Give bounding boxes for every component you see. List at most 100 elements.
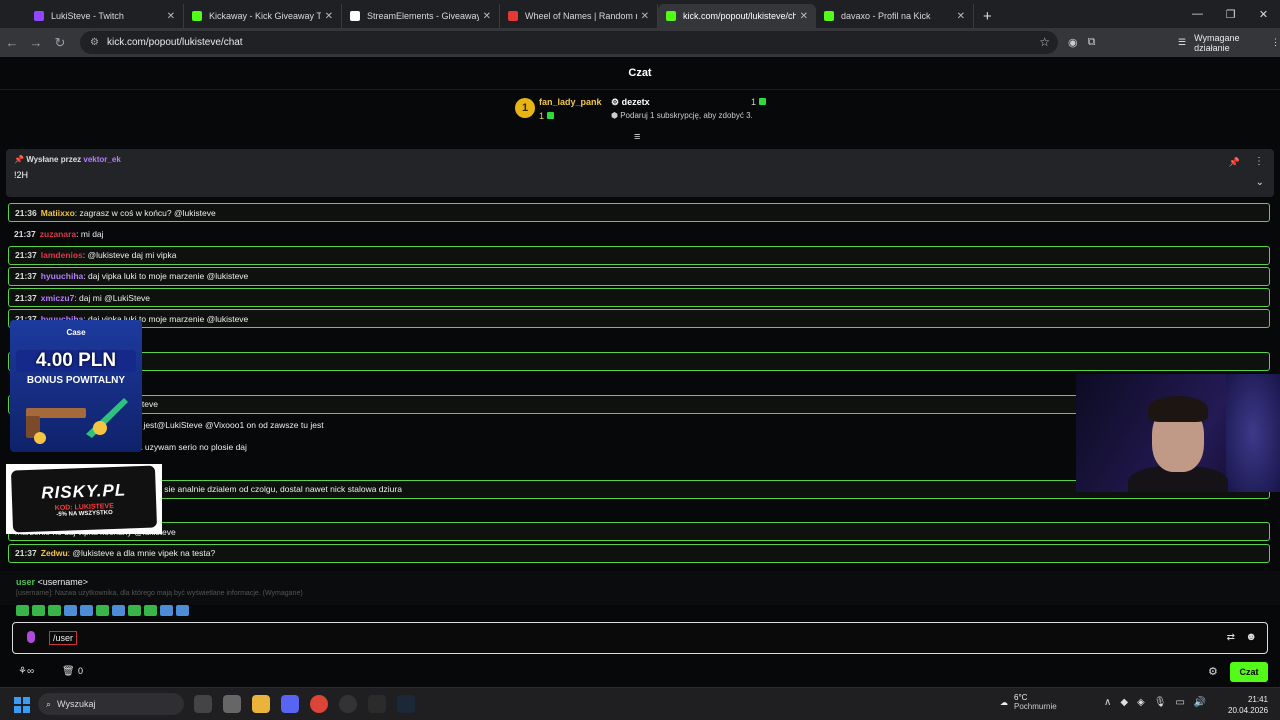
close-tab-icon[interactable]: ✕ bbox=[325, 11, 333, 22]
volume-icon[interactable]: 🔊 bbox=[1194, 697, 1206, 708]
chat-message[interactable]: 21:37 Zedwu: @lukisteve a dla mnie vipek … bbox=[8, 543, 1270, 563]
task-view-icon[interactable] bbox=[194, 695, 212, 713]
chat-message[interactable]: 21:37 xmiczu7: daj mi @LukiSteve bbox=[8, 288, 1270, 308]
message-user[interactable]: Zedwu bbox=[41, 548, 68, 558]
gifter-name[interactable]: ⚙ dezetx bbox=[611, 97, 650, 108]
translate-icon[interactable]: ⇄ bbox=[1227, 632, 1235, 643]
back-icon[interactable]: ← bbox=[0, 35, 24, 50]
emoji-icon[interactable]: ☻ bbox=[1245, 631, 1257, 643]
tab-favicon-icon bbox=[350, 11, 360, 21]
chat-message[interactable]: 21:37 hyuuchiha: daj vipka luki to moje m… bbox=[8, 266, 1270, 286]
chat-message[interactable]: 21:36 Matiixxo: zagrasz w coś w końcu? @l… bbox=[8, 203, 1270, 222]
message-user[interactable]: Matiixxo bbox=[41, 208, 75, 218]
points-icon[interactable]: ⚘∞ bbox=[18, 666, 34, 677]
command-name: user bbox=[16, 577, 36, 587]
app-icon[interactable] bbox=[368, 695, 386, 713]
emote-icon[interactable] bbox=[112, 605, 125, 616]
trash-icon[interactable]: 🗑 bbox=[62, 666, 75, 677]
folder-icon[interactable] bbox=[252, 695, 270, 713]
emote-icon[interactable] bbox=[96, 605, 109, 616]
profile-avatar[interactable]: ☰ bbox=[1178, 37, 1186, 48]
site-info-icon[interactable]: ⚙ bbox=[90, 37, 99, 48]
close-tab-icon[interactable]: ✕ bbox=[483, 11, 491, 22]
taskbar-search[interactable]: ⌕ Wyszukaj bbox=[38, 693, 184, 715]
message-user[interactable]: zuzanara bbox=[40, 229, 76, 239]
emote-icon[interactable] bbox=[80, 605, 93, 616]
bookmark-star-icon[interactable]: ☆ bbox=[1039, 35, 1050, 49]
chrome-icon[interactable] bbox=[310, 695, 328, 713]
emote-icon[interactable] bbox=[48, 605, 61, 616]
restore-icon[interactable]: ❐ bbox=[1214, 0, 1247, 28]
minimize-icon[interactable]: — bbox=[1181, 0, 1214, 28]
emote-icon[interactable] bbox=[144, 605, 157, 616]
counter: 0 bbox=[78, 666, 84, 676]
chat-message[interactable]: 21:37 lamdenios: @lukisteve daj mi vipka bbox=[8, 245, 1270, 265]
message-user[interactable]: hyuuchiha bbox=[41, 271, 84, 281]
menu-dots-icon[interactable]: ⋮ bbox=[1271, 37, 1280, 48]
close-window-icon[interactable]: ✕ bbox=[1247, 0, 1280, 28]
url-input[interactable]: ⚙ kick.com/popout/lukisteve/chat ☆ bbox=[80, 31, 1058, 54]
emote-icon[interactable] bbox=[160, 605, 173, 616]
message-user[interactable]: xmiczu7 bbox=[41, 293, 75, 303]
tray-chevron-icon[interactable]: ∧ bbox=[1104, 697, 1111, 708]
browser-tab[interactable]: Kickaway - Kick Giveaway Tool ✕ bbox=[184, 4, 342, 28]
browser-tab[interactable]: LukiSteve - Twitch ✕ bbox=[26, 4, 184, 28]
tab-title: StreamElements - Giveaways bbox=[367, 11, 479, 21]
close-tab-icon[interactable]: ✕ bbox=[957, 11, 965, 22]
top-gifter-name[interactable]: fan_lady_pank bbox=[539, 97, 602, 107]
tray-app-icon[interactable]: ◆ bbox=[1120, 697, 1128, 708]
windows-start-icon[interactable] bbox=[14, 697, 30, 713]
pinned-user[interactable]: vektor_ek bbox=[83, 155, 120, 164]
steam-icon[interactable] bbox=[397, 695, 415, 713]
weather-temp: 6°C bbox=[1014, 693, 1028, 702]
chat-input[interactable]: /user ⇄ ☻ bbox=[12, 622, 1268, 654]
pinned-message: 📌 Wysłane przez vektor_ek !2H 📌 ⋮ ⌄ bbox=[6, 149, 1274, 197]
close-tab-icon[interactable]: ✕ bbox=[800, 11, 808, 22]
browser-tab[interactable]: davaxo - Profil na Kick ✕ bbox=[816, 4, 974, 28]
obs-icon[interactable] bbox=[339, 695, 357, 713]
case-ad-overlay: Case 4.00 PLN BONUS POWITALNY bbox=[10, 320, 142, 452]
tab-title: Wheel of Names | Random nam bbox=[525, 11, 637, 21]
emote-icon[interactable] bbox=[64, 605, 77, 616]
emote-icon[interactable] bbox=[16, 605, 29, 616]
chat-message[interactable] bbox=[8, 331, 1270, 350]
extension-icon[interactable]: ◉ bbox=[1068, 36, 1078, 49]
emote-icon[interactable] bbox=[128, 605, 141, 616]
system-tray: ∧ ◆ ◈ 🎙 ▭ 🔊 bbox=[1104, 697, 1206, 708]
clock[interactable]: 21:41 20.04.2026 bbox=[1228, 694, 1268, 716]
browser-tab[interactable]: Wheel of Names | Random nam ✕ bbox=[500, 4, 658, 28]
puzzle-icon[interactable]: ⧉ bbox=[1088, 36, 1096, 49]
send-chat-button[interactable]: Czat bbox=[1230, 662, 1268, 682]
command-suggestion[interactable]: user <username> [username]: Nazwa użytko… bbox=[0, 571, 1280, 605]
network-icon[interactable]: ▭ bbox=[1175, 697, 1184, 708]
message-user[interactable]: lamdenios bbox=[41, 250, 83, 260]
mic-tray-icon[interactable]: 🎙 bbox=[1154, 697, 1167, 708]
forward-icon[interactable]: → bbox=[24, 35, 48, 50]
close-tab-icon[interactable]: ✕ bbox=[641, 11, 649, 22]
app-icon[interactable] bbox=[223, 695, 241, 713]
emote-icon[interactable] bbox=[176, 605, 189, 616]
browser-tab[interactable]: kick.com/popout/lukisteve/chat ✕ bbox=[658, 4, 816, 28]
chat-message[interactable]: 21:37 hyuuchiha: daj vipka luki to moje m… bbox=[8, 309, 1270, 329]
chevron-down-icon[interactable]: ⌄ bbox=[1256, 177, 1264, 188]
weather-widget[interactable]: ☁ 6°C Pochmurnie bbox=[1000, 693, 1057, 711]
emote-icon[interactable] bbox=[32, 605, 45, 616]
chat-message[interactable]: teve jakis OG? bbox=[8, 501, 1270, 520]
search-icon: ⌕ bbox=[46, 698, 52, 709]
chat-message[interactable]: marzenie no daj vipka kochany @lukisteve bbox=[8, 522, 1270, 542]
discord-icon[interactable] bbox=[281, 695, 299, 713]
pinned-menu-icon[interactable]: ⋮ bbox=[1254, 156, 1264, 167]
action-required-button[interactable]: ☰ Wymagane działanie ⋮ bbox=[1178, 33, 1280, 53]
new-tab-button[interactable]: + bbox=[974, 4, 1001, 28]
chat-input-value[interactable]: /user bbox=[49, 631, 78, 645]
tray-app-icon[interactable]: ◈ bbox=[1137, 697, 1145, 708]
chat-message[interactable]: 21:37 zuzanara: mi daj bbox=[8, 224, 1270, 243]
chat-message[interactable]: vipka ? @LukiSteve bbox=[8, 352, 1270, 372]
expand-leaderboard-icon[interactable]: ≡ bbox=[634, 131, 640, 143]
settings-gear-icon[interactable]: ⚙ bbox=[1208, 665, 1218, 678]
mic-icon[interactable] bbox=[27, 631, 35, 643]
reload-icon[interactable]: ↻ bbox=[48, 35, 72, 51]
browser-tab[interactable]: StreamElements - Giveaways ✕ bbox=[342, 4, 500, 28]
pin-icon[interactable]: 📌 bbox=[1229, 157, 1240, 168]
close-tab-icon[interactable]: ✕ bbox=[167, 11, 175, 22]
